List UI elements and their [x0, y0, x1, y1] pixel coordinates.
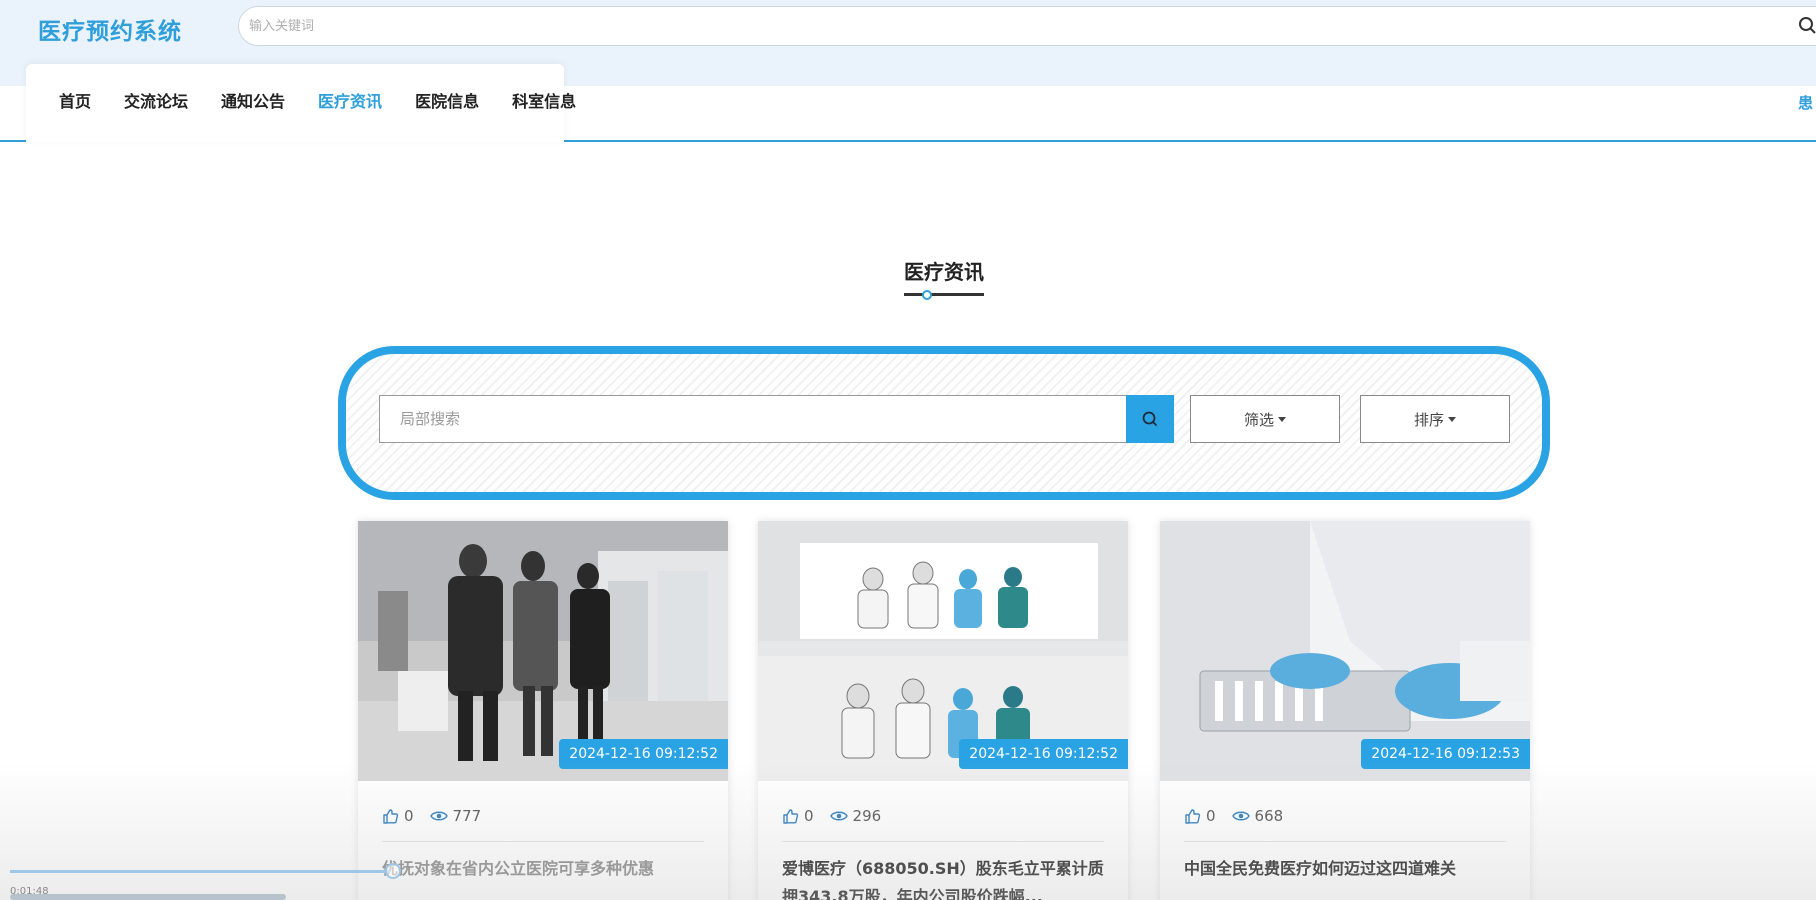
- like-count: 0: [1206, 807, 1216, 825]
- nav-item-forum[interactable]: 交流论坛: [124, 88, 188, 112]
- card-stats: 0 668: [1184, 807, 1299, 825]
- video-progress-handle[interactable]: [385, 863, 401, 879]
- news-title[interactable]: 优抚对象在省内公立医院可享多种优惠: [382, 855, 704, 883]
- thumbs-up-icon: [1185, 808, 1201, 824]
- nav-item-hospital-info[interactable]: 医院信息: [415, 88, 479, 112]
- view-count: 296: [852, 807, 882, 825]
- global-search-input[interactable]: [238, 6, 1816, 46]
- eye-icon: [829, 811, 848, 821]
- nav-item-notices[interactable]: 通知公告: [221, 88, 285, 112]
- video-scrollbar[interactable]: [10, 894, 286, 900]
- card-stats: 0 296: [782, 807, 897, 825]
- nav-item-home[interactable]: 首页: [59, 88, 91, 112]
- date-badge: 2024-12-16 09:12:53: [1361, 739, 1530, 769]
- eye-icon: [1231, 811, 1250, 821]
- sort-dropdown[interactable]: 排序: [1360, 395, 1510, 443]
- title-dot-icon: [922, 290, 932, 300]
- view-stat: 777: [429, 807, 482, 825]
- card-stats: 0 777: [382, 807, 497, 825]
- view-stat: 668: [1231, 807, 1284, 825]
- news-title[interactable]: 爱博医疗（688050.SH）股东毛立平累计质押343.8万股，年内公司股价跌幅…: [782, 855, 1104, 900]
- local-search-input[interactable]: [379, 395, 1126, 443]
- like-stat[interactable]: 0: [382, 807, 414, 825]
- view-count: 777: [452, 807, 482, 825]
- caret-down-icon: [1448, 416, 1456, 422]
- view-stat: 296: [829, 807, 882, 825]
- filter-label: 筛选: [1243, 410, 1274, 429]
- news-card[interactable]: 2024-12-16 09:12:53 0 668 中国全民免费医疗如何迈过这四…: [1160, 521, 1530, 900]
- search-icon[interactable]: [1798, 16, 1816, 34]
- news-title[interactable]: 中国全民免费医疗如何迈过这四道难关: [1184, 855, 1506, 883]
- local-search-button[interactable]: [1126, 395, 1174, 443]
- search-icon: [1142, 411, 1158, 427]
- like-stat[interactable]: 0: [1184, 807, 1216, 825]
- date-badge: 2024-12-16 09:12:52: [959, 739, 1128, 769]
- nav-menu: 首页 交流论坛 通知公告 医疗资讯 医院信息 科室信息: [26, 64, 576, 142]
- card-divider: [382, 841, 704, 842]
- news-card[interactable]: 2024-12-16 09:12:52 0 296 爱博医疗（688050.SH…: [758, 521, 1128, 900]
- like-count: 0: [404, 807, 414, 825]
- card-divider: [782, 841, 1104, 842]
- sort-label: 排序: [1413, 410, 1444, 429]
- nav-item-department-info[interactable]: 科室信息: [512, 88, 576, 112]
- news-image[interactable]: 2024-12-16 09:12:52: [358, 521, 728, 781]
- caret-down-icon: [1278, 416, 1286, 422]
- view-count: 668: [1254, 807, 1284, 825]
- nav-item-medical-news[interactable]: 医疗资讯: [318, 88, 382, 112]
- like-count: 0: [804, 807, 814, 825]
- thumbs-up-icon: [783, 808, 799, 824]
- date-badge: 2024-12-16 09:12:52: [559, 739, 728, 769]
- eye-icon: [429, 811, 448, 821]
- news-card[interactable]: 2024-12-16 09:12:52 0 777 优抚对象在省内公立医院可享多…: [358, 521, 728, 900]
- brand-logo[interactable]: 医疗预约系统: [38, 12, 182, 46]
- card-divider: [1184, 841, 1506, 842]
- filter-dropdown[interactable]: 筛选: [1190, 395, 1340, 443]
- news-image[interactable]: 2024-12-16 09:12:52: [758, 521, 1128, 781]
- video-progress-bar[interactable]: [10, 870, 390, 873]
- news-image[interactable]: 2024-12-16 09:12:53: [1160, 521, 1530, 781]
- nav-user-link[interactable]: 患: [1798, 92, 1813, 113]
- page-title: 医疗资讯: [904, 260, 984, 284]
- title-underline: [904, 293, 984, 296]
- thumbs-up-icon: [383, 808, 399, 824]
- like-stat[interactable]: 0: [782, 807, 814, 825]
